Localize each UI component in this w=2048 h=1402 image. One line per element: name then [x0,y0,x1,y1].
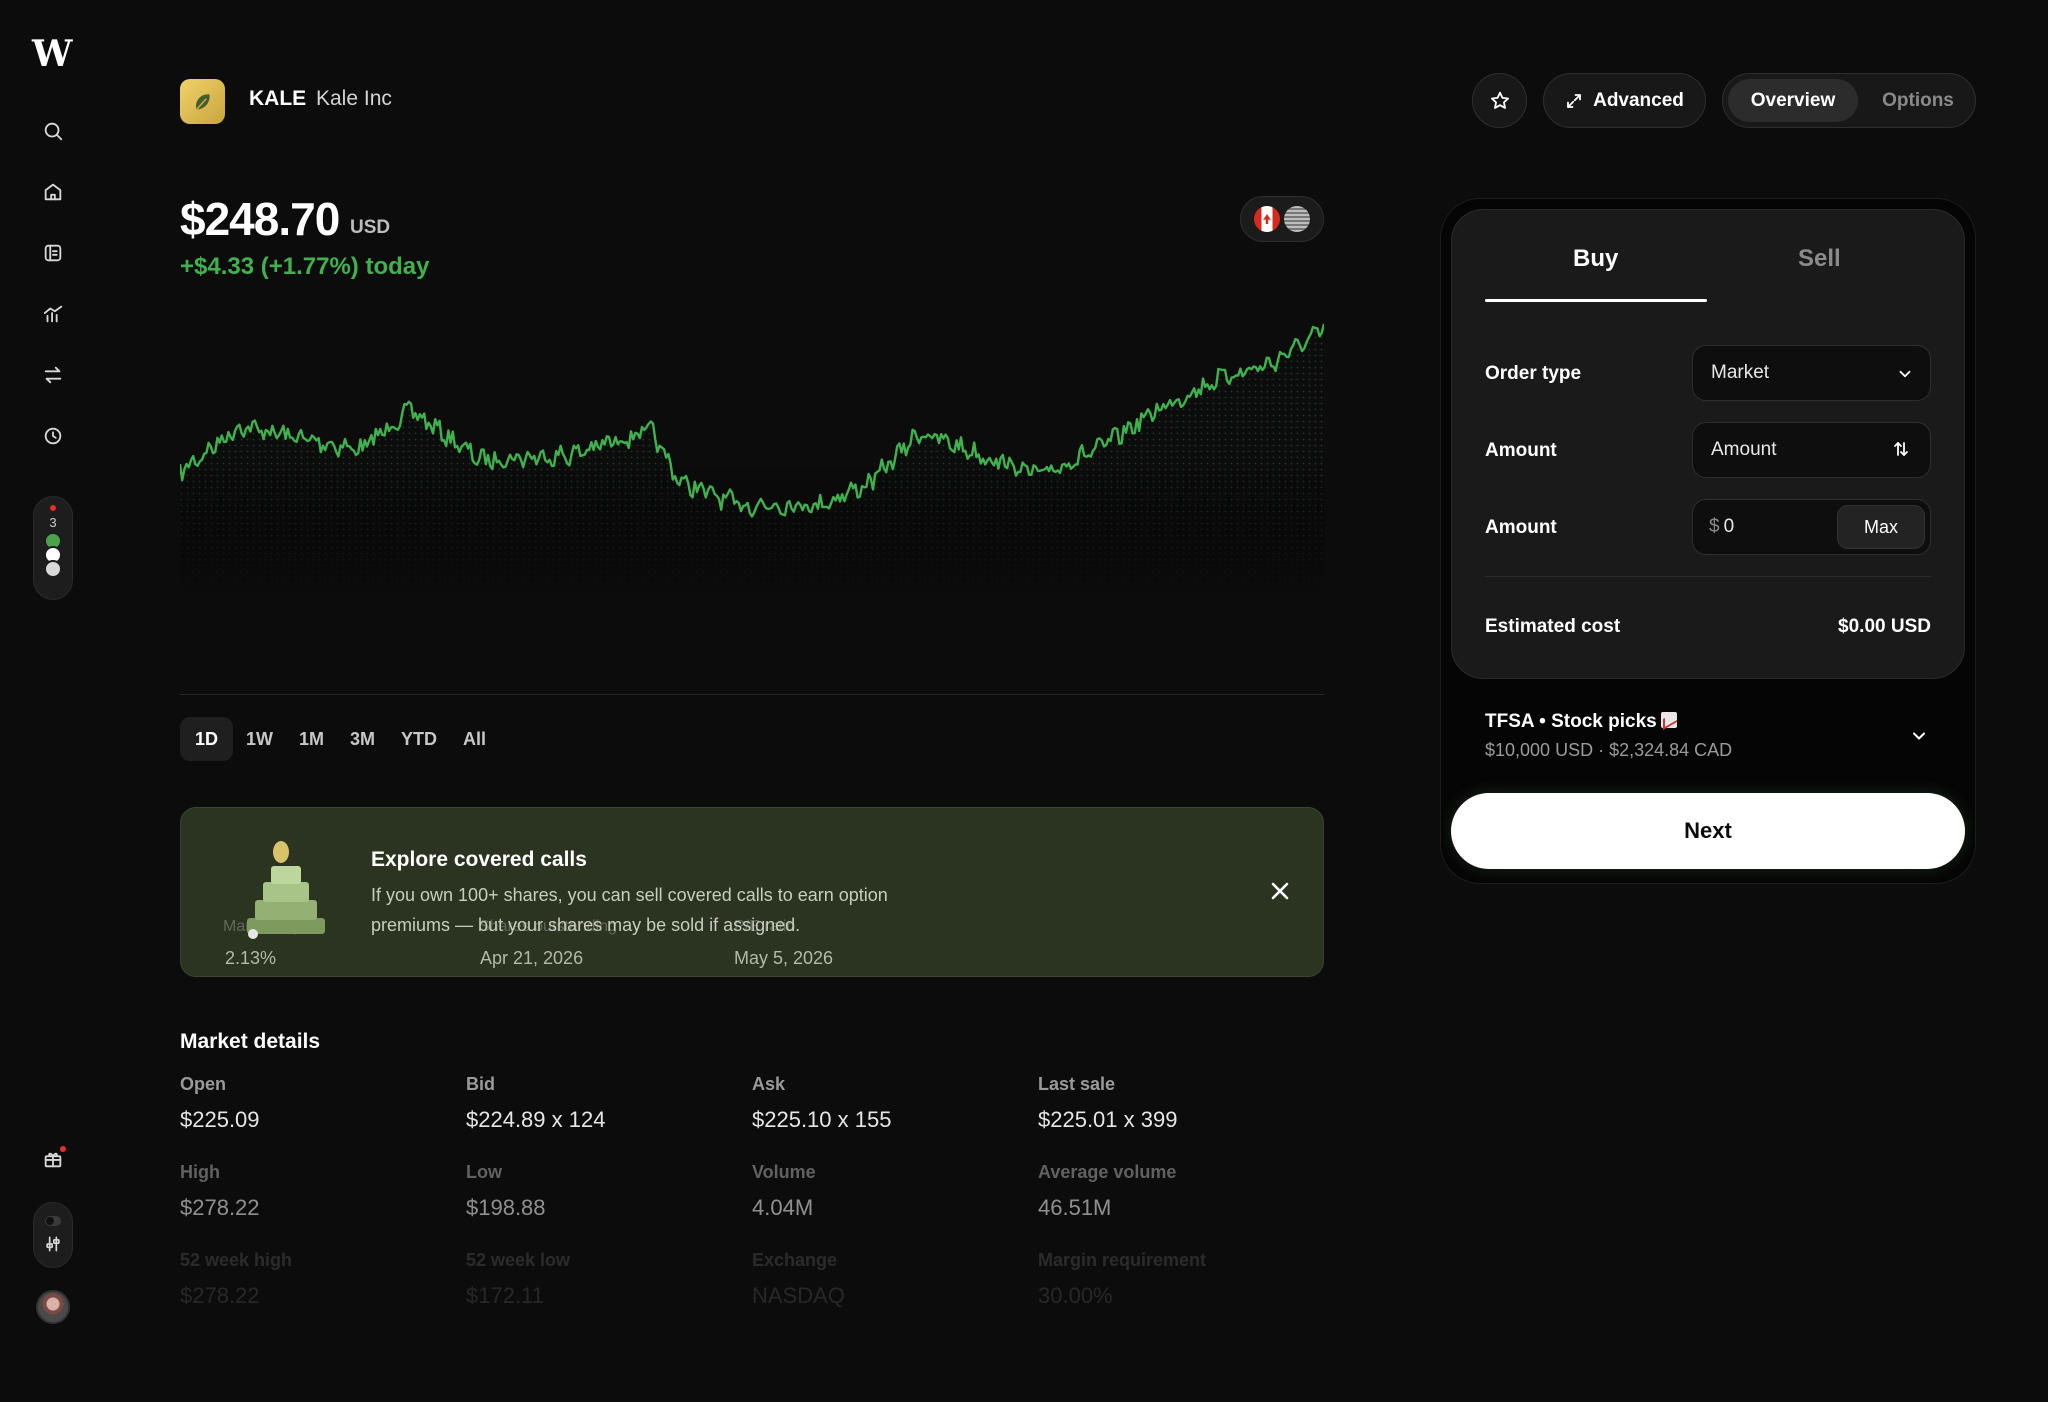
star-icon [1490,91,1509,109]
close-icon[interactable] [1267,878,1293,904]
max-button[interactable]: Max [1837,505,1925,549]
banner-title: Explore covered calls [371,848,587,871]
transfer-icon[interactable] [38,360,68,390]
md-ask: Ask $225.10 x 155 [752,1074,892,1132]
ghost-value-pe: May 5, 2026 [734,948,834,968]
ticker-logo [180,79,225,124]
gift-badge [60,1146,66,1152]
md-volume: Volume 4.04M [752,1162,816,1220]
price-change: +$4.33 (+1.77%) today [180,253,430,280]
md-margin-requirement: Margin requirement 30.00% [1038,1250,1207,1308]
price-currency: USD [350,217,391,238]
tab-options[interactable]: Options [1863,79,1973,122]
md-52-week-high: 52 week high $278.22 [180,1250,293,1308]
banner-text: If you own 100+ shares, you can sell cov… [371,885,888,935]
account-chevron-down-icon[interactable] [1909,726,1929,746]
advanced-button[interactable]: Advanced [1543,73,1706,128]
kale-leaf-icon [195,93,210,110]
display-toggle-pill[interactable] [33,1202,73,1268]
view-switcher: Overview Options [1722,73,1976,128]
account-selector[interactable]: TFSA • Stock picks [1485,711,1677,733]
ghost-value-shares: Apr 21, 2026 [480,948,584,968]
md-52-week-low: 52 week low $172.11 [466,1250,571,1308]
range-1d[interactable]: 1D [180,717,234,761]
range-1w[interactable]: 1W [233,717,286,761]
dollar-sign: $ [1709,516,1720,537]
next-button[interactable]: Next [1451,793,1965,869]
md-high: High $278.22 [180,1162,260,1220]
md-exchange: Exchange NASDAQ [752,1250,845,1308]
range-selector: 1D 1W 1M 3M YTD All [180,717,499,761]
advanced-label: Advanced [1593,89,1684,111]
chart-baseline [180,694,1324,695]
stairs-illustration-icon [247,841,325,939]
amount-mode-label: Amount [1485,440,1557,461]
amount-mode-select[interactable]: Amount [1692,422,1931,478]
clock-icon[interactable] [38,421,68,451]
range-ytd[interactable]: YTD [388,717,450,761]
app-logo[interactable]: W [32,36,74,72]
chevron-down-icon [1896,365,1912,381]
ghost-value-market-cap: 2.13% [225,948,277,968]
range-all[interactable]: All [450,717,499,761]
theme-switch[interactable] [45,1216,61,1226]
sidebar: W 3 [0,0,106,1402]
notification-dot [50,505,56,511]
tab-buy[interactable]: Buy [1573,245,1618,273]
watchlist-pill[interactable]: 3 [33,496,73,600]
chart-up-emoji-icon [1660,712,1677,728]
tab-sell[interactable]: Sell [1798,245,1841,273]
range-1m[interactable]: 1M [286,717,337,761]
md-last-sale: Last sale $225.01 x 399 [1038,1074,1178,1132]
apple-mini-icon [44,560,62,578]
order-type-value: Market [1711,362,1770,383]
watchlist-star-button[interactable] [1472,73,1527,128]
order-type-label: Order type [1485,363,1582,384]
us-flag-icon [1284,206,1310,232]
form-divider [1485,576,1931,577]
md-open: Open $225.09 [180,1074,260,1132]
md-bid: Bid $224.89 x 124 [466,1074,606,1132]
price-chart[interactable] [180,300,1324,600]
tab-overview[interactable]: Overview [1728,79,1858,122]
search-icon[interactable] [38,116,68,146]
chart-icon[interactable] [38,299,68,329]
currency-toggle[interactable] [1240,196,1324,242]
estimated-cost-value: $0.00 USD [1838,616,1931,637]
avatar[interactable] [36,1290,70,1324]
portfolio-icon[interactable] [38,238,68,268]
account-balance: $10,000 USD · $2,324.84 CAD [1485,740,1733,760]
current-price: $248.70 [180,193,340,245]
chart-fade [180,460,1324,600]
amount-mode-value: Amount [1711,439,1777,460]
estimated-cost-label: Estimated cost [1485,616,1621,637]
account-title: TFSA • Stock picks [1485,711,1657,732]
active-tab-indicator [1485,299,1707,302]
range-3m[interactable]: 3M [337,717,388,761]
covered-calls-banner[interactable]: Market cap Shares outstanding P/E ratio … [180,807,1324,977]
watchlist-count: 3 [49,515,57,530]
amount-input-label: Amount [1485,517,1557,538]
home-icon[interactable] [38,177,68,207]
md-low: Low $198.88 [466,1162,546,1220]
ticker-symbol: KALE [249,87,307,110]
gift-icon[interactable] [38,1144,68,1174]
order-type-select[interactable]: Market [1692,345,1931,401]
expand-icon [1567,93,1581,108]
company-name: Kale Inc [316,87,392,110]
amount-value[interactable]: 0 [1724,516,1735,538]
canada-flag-icon [1254,206,1280,232]
market-details-title: Market details [180,1030,321,1053]
sliders-icon [46,1236,60,1252]
md-average-volume: Average volume 46.51M [1038,1162,1177,1220]
swap-icon[interactable] [1892,440,1912,460]
